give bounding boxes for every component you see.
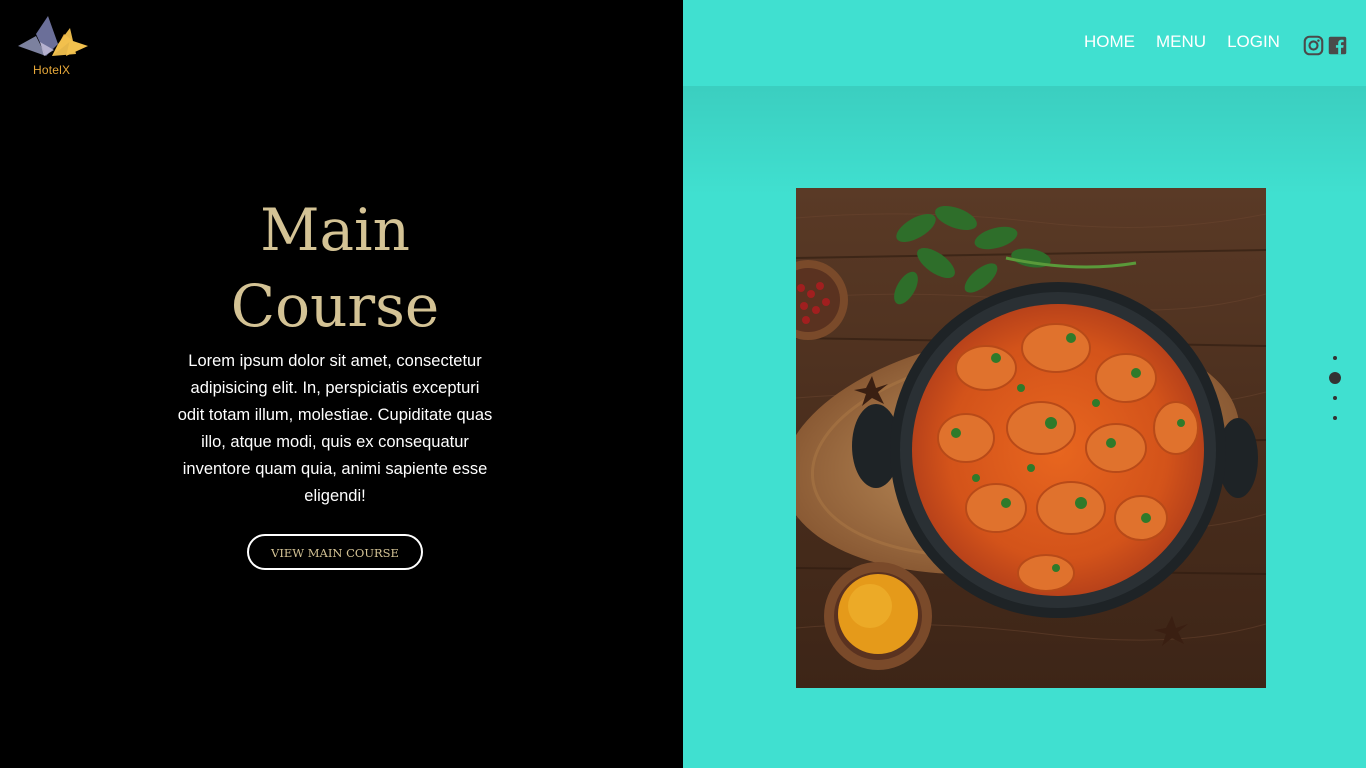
hero-section: Main Course Lorem ipsum dolor sit amet, … [175,192,495,570]
social-links [1303,35,1351,56]
slider-dot-3[interactable] [1333,396,1337,400]
logo-text: HotelX [33,63,71,77]
hero-title-line1: Main [260,196,410,264]
instagram-icon[interactable] [1303,35,1324,56]
view-main-course-button[interactable]: VIEW MAIN COURSE [247,534,423,570]
facebook-icon[interactable] [1327,35,1348,56]
hero-title-line2: Course [230,272,440,340]
nav-item-menu[interactable]: MENU [1156,32,1206,52]
header-shadow [683,86,1366,196]
slider-dot-4[interactable] [1333,416,1337,420]
slider-dot-1[interactable] [1333,356,1337,360]
hero-title: Main Course [175,192,495,344]
main-nav: HOME MENU LOGIN [1084,32,1301,52]
slider-dot-2[interactable] [1329,372,1341,384]
nav-item-home[interactable]: HOME [1084,32,1135,52]
butter-chicken-illustration [796,188,1266,688]
logo[interactable]: HotelX [18,14,90,78]
slider-pagination [1328,348,1342,428]
hero-description: Lorem ipsum dolor sit amet, consectetur … [177,352,493,505]
crown-logo-icon [18,16,88,56]
nav-item-login[interactable]: LOGIN [1227,32,1280,52]
main-course-image [796,188,1266,688]
